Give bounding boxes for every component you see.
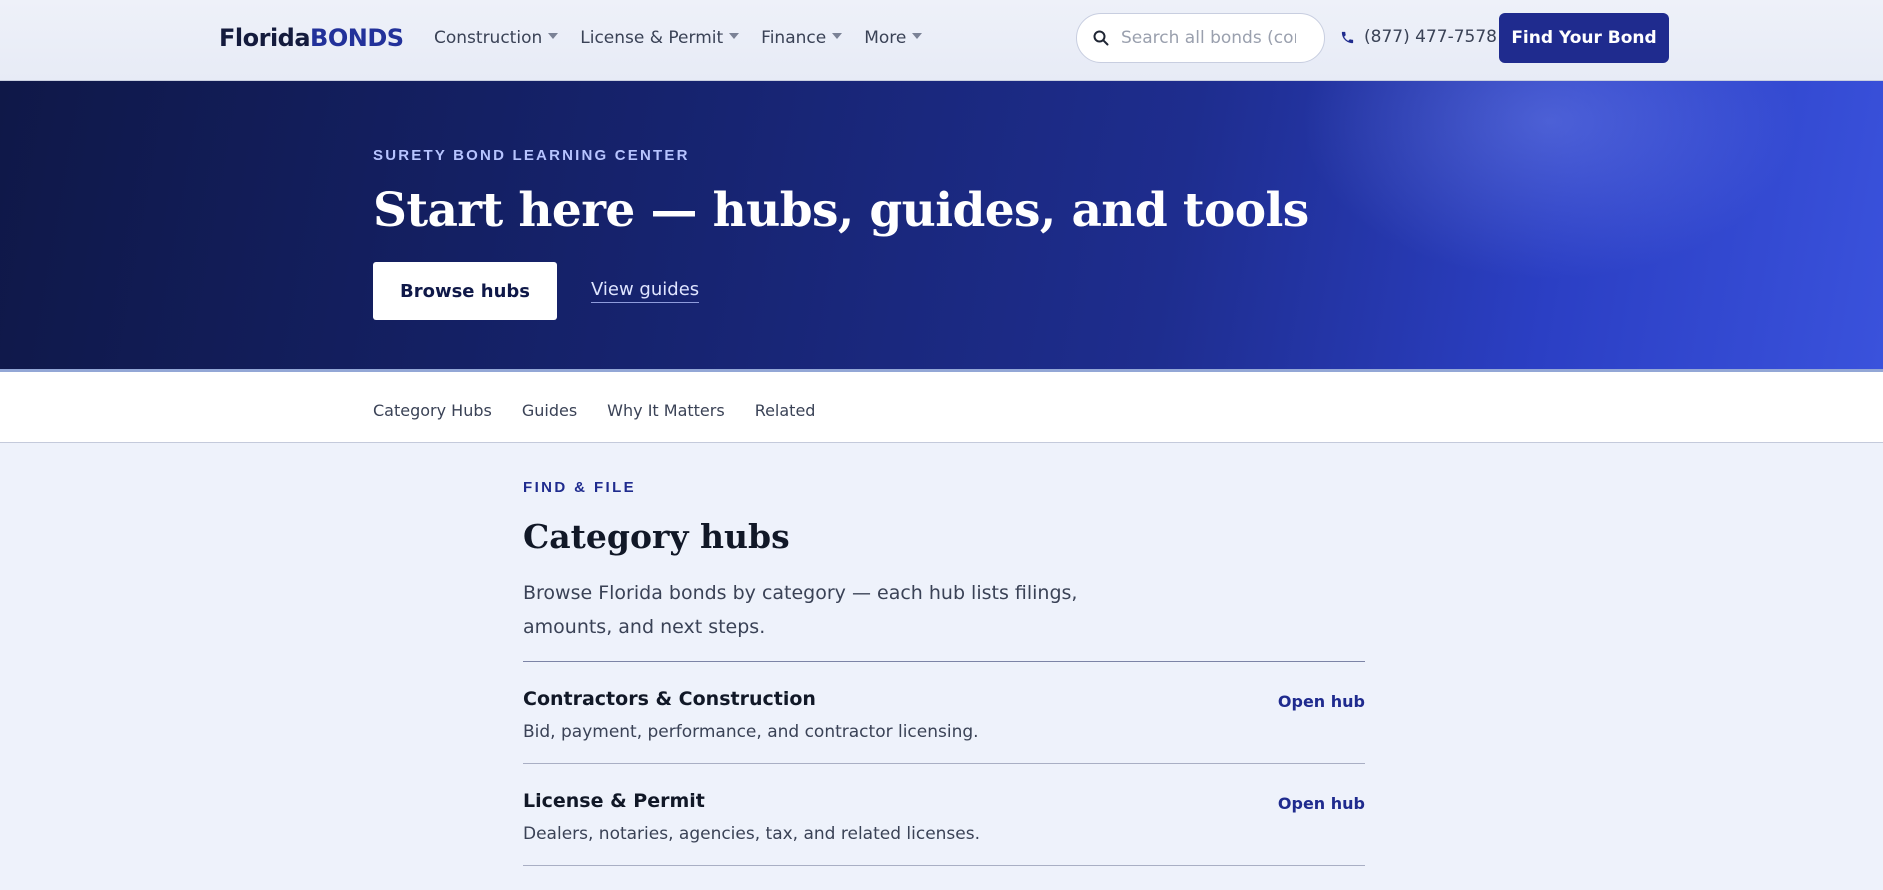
browse-hubs-button[interactable]: Browse hubs	[373, 262, 557, 320]
nav-item-license-permit[interactable]: License & Permit	[580, 28, 740, 48]
nav-item-finance[interactable]: Finance	[761, 28, 843, 48]
subnav-list: Category Hubs Guides Why It Matters Rela…	[373, 401, 845, 420]
section-description: Browse Florida bonds by category — each …	[523, 582, 1078, 638]
hub-title: Contractors & Construction	[523, 688, 816, 710]
nav-label: License & Permit	[580, 28, 724, 48]
search-box	[1076, 13, 1325, 63]
main-nav: Construction License & Permit Finance Mo…	[434, 28, 944, 48]
logo-text-florida: Florida	[219, 24, 311, 52]
caret-down-icon	[912, 33, 923, 39]
phone-number: (877) 477-7578	[1364, 27, 1497, 47]
caret-down-icon	[548, 33, 559, 39]
site-logo[interactable]: FloridaBONDS	[219, 24, 404, 52]
subnav-item-related[interactable]: Related	[755, 401, 816, 420]
subnav-item-why-it-matters[interactable]: Why It Matters	[607, 401, 725, 420]
phone-link[interactable]: (877) 477-7578	[1340, 27, 1497, 47]
nav-item-more[interactable]: More	[864, 28, 923, 48]
hub-description: Dealers, notaries, agencies, tax, and re…	[523, 824, 981, 844]
nav-item-construction[interactable]: Construction	[434, 28, 559, 48]
view-guides-link[interactable]: View guides	[591, 279, 700, 303]
subnav-item-guides[interactable]: Guides	[522, 401, 577, 420]
section-title: Category hubs	[523, 517, 790, 556]
hero-glow	[1300, 81, 1800, 281]
hero-title: Start here — hubs, guides, and tools	[373, 183, 1309, 238]
nav-label: Construction	[434, 28, 543, 48]
open-hub-link[interactable]: Open hub	[1278, 692, 1365, 711]
search-icon	[1093, 30, 1109, 46]
hero-eyebrow: SURETY BOND LEARNING CENTER	[373, 147, 690, 164]
caret-down-icon	[832, 33, 843, 39]
hub-list: Contractors & Construction Bid, payment,…	[523, 661, 1365, 866]
caret-down-icon	[729, 33, 740, 39]
subnav-item-category-hubs[interactable]: Category Hubs	[373, 401, 492, 420]
hero-banner: SURETY BOND LEARNING CENTER Start here —…	[0, 81, 1883, 372]
nav-label: Finance	[761, 28, 827, 48]
hub-row-license-permit: License & Permit Dealers, notaries, agen…	[523, 764, 1365, 866]
logo-text-bonds: BONDS	[310, 24, 404, 52]
find-your-bond-button[interactable]: Find Your Bond	[1499, 13, 1669, 63]
hub-row-contractors: Contractors & Construction Bid, payment,…	[523, 662, 1365, 764]
hub-title: License & Permit	[523, 790, 705, 812]
hub-description: Bid, payment, performance, and contracto…	[523, 722, 979, 742]
search-input[interactable]	[1121, 28, 1296, 48]
site-header: FloridaBONDS Construction License & Perm…	[0, 0, 1883, 81]
nav-label: More	[864, 28, 907, 48]
section-eyebrow: FIND & FILE	[523, 479, 637, 496]
section-subnav: Category Hubs Guides Why It Matters Rela…	[0, 372, 1883, 443]
phone-icon	[1341, 31, 1354, 43]
open-hub-link[interactable]: Open hub	[1278, 794, 1365, 813]
